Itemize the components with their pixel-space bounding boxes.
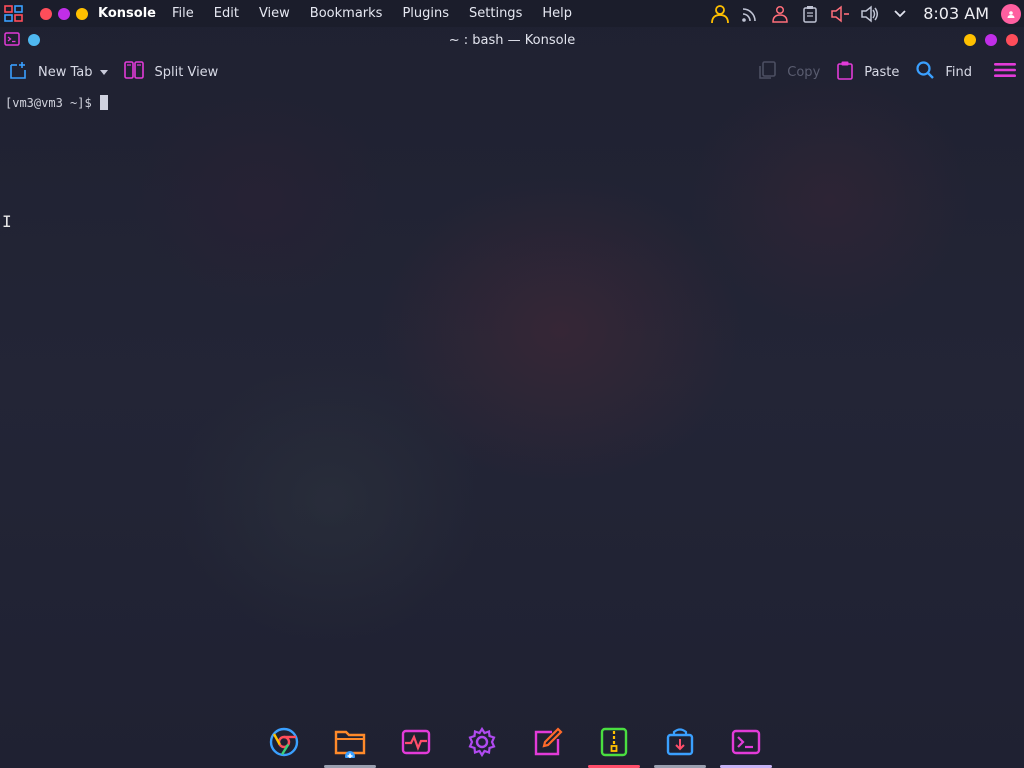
files-icon — [333, 726, 367, 768]
shell-prompt: [vm3@vm3 ~]$ — [5, 95, 92, 110]
copy-label: Copy — [787, 64, 821, 80]
menu-bookmarks[interactable]: Bookmarks — [300, 0, 393, 27]
rss-icon[interactable] — [735, 5, 765, 23]
window-title: ~ : bash — Konsole — [448, 32, 576, 48]
new-tab-icon — [8, 60, 28, 84]
dock-item-system-monitor[interactable] — [386, 722, 446, 768]
close-window-dot[interactable] — [40, 7, 52, 20]
clock[interactable]: 8:03 AM — [915, 4, 1001, 23]
global-window-buttons — [40, 7, 88, 20]
split-view-button[interactable]: Split View — [115, 56, 227, 88]
split-view-label: Split View — [154, 64, 219, 80]
dock-item-terminal[interactable] — [716, 722, 776, 768]
new-tab-dropdown-icon[interactable] — [99, 65, 109, 80]
split-view-icon — [123, 60, 145, 84]
paste-label: Paste — [864, 64, 900, 80]
terminal-icon — [730, 726, 762, 768]
paste-icon — [836, 60, 854, 84]
konsole-app-icon[interactable] — [4, 31, 20, 50]
dock-item-archive-manager[interactable] — [584, 722, 644, 768]
search-icon — [915, 60, 935, 84]
new-tab-label: New Tab — [38, 64, 93, 80]
chrome-icon — [268, 726, 300, 768]
clipboard-icon[interactable] — [795, 5, 825, 23]
speaker-muted-icon[interactable] — [825, 4, 855, 23]
dock — [250, 722, 780, 768]
find-button[interactable]: Find — [907, 56, 980, 88]
window-controls — [964, 34, 1018, 46]
system-monitor-icon — [400, 726, 432, 768]
dock-item-software-store[interactable] — [650, 722, 710, 768]
hamburger-menu-button[interactable] — [980, 56, 1024, 88]
menu-settings[interactable]: Settings — [459, 0, 532, 27]
top-panel: Konsole File Edit View Bookmarks Plugins… — [0, 0, 1024, 27]
dock-item-files[interactable] — [320, 722, 380, 768]
active-app-name[interactable]: Konsole — [98, 6, 156, 21]
copy-icon — [757, 60, 777, 84]
pin-window-button[interactable] — [28, 34, 40, 46]
user-alert-icon[interactable] — [765, 5, 795, 23]
volume-icon[interactable] — [855, 4, 885, 23]
menu-edit[interactable]: Edit — [204, 0, 249, 27]
prompt-line: [vm3@vm3 ~]$ — [5, 95, 108, 110]
text-editor-icon — [532, 726, 564, 768]
settings-icon — [466, 726, 498, 768]
new-tab-button[interactable]: New Tab — [0, 56, 101, 88]
user-icon[interactable] — [705, 4, 735, 24]
avatar[interactable] — [1001, 3, 1021, 24]
ibeam-pointer-icon: I — [2, 212, 12, 231]
archive-manager-icon — [598, 726, 630, 768]
copy-button[interactable]: Copy — [749, 56, 828, 88]
text-cursor — [99, 95, 108, 110]
menu-file[interactable]: File — [162, 0, 204, 27]
app-launcher-icon[interactable] — [0, 0, 28, 27]
menu-view[interactable]: View — [249, 0, 300, 27]
dock-item-text-editor[interactable] — [518, 722, 578, 768]
minimize-button[interactable] — [964, 34, 976, 46]
dock-item-chrome[interactable] — [254, 722, 314, 768]
close-button[interactable] — [1006, 34, 1018, 46]
software-store-icon — [664, 726, 696, 768]
menu-plugins[interactable]: Plugins — [392, 0, 459, 27]
maximize-window-dot[interactable] — [58, 7, 70, 20]
system-tray: 8:03 AM — [705, 0, 1024, 27]
menu-help[interactable]: Help — [532, 0, 582, 27]
find-label: Find — [945, 64, 972, 80]
paste-button[interactable]: Paste — [828, 56, 907, 88]
chevron-down-icon[interactable] — [885, 9, 915, 19]
konsole-toolbar: New Tab Split View Copy Paste Find — [0, 56, 1024, 88]
minimize-window-dot[interactable] — [76, 7, 88, 20]
maximize-button[interactable] — [985, 34, 997, 46]
dock-item-settings[interactable] — [452, 722, 512, 768]
hamburger-menu-icon — [994, 62, 1016, 82]
terminal-view[interactable]: [vm3@vm3 ~]$ I — [0, 90, 1024, 710]
window-titlebar[interactable]: ~ : bash — Konsole — [0, 27, 1024, 53]
